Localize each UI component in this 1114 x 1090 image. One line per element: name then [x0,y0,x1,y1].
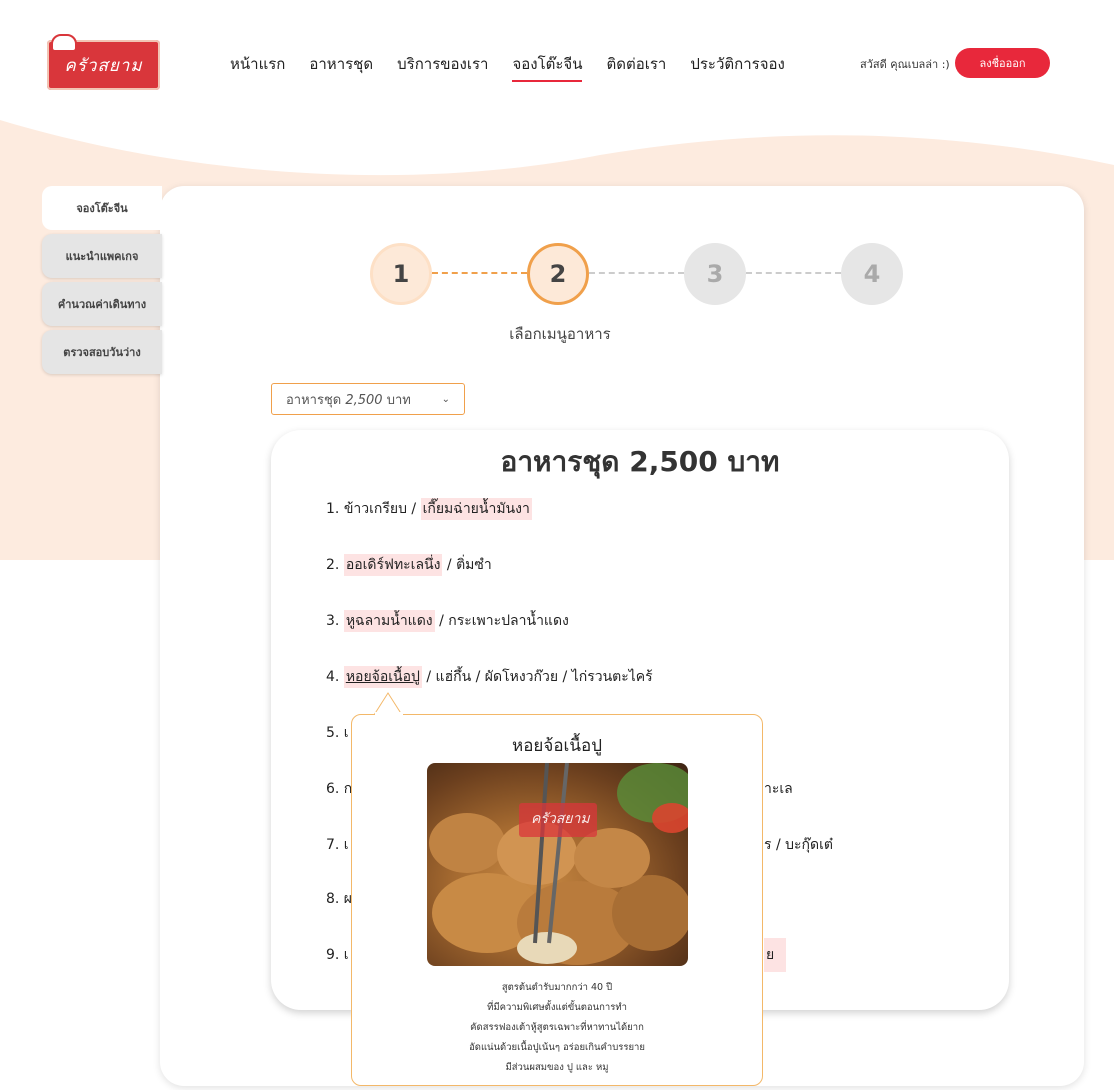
menu-item: 7. เ [326,837,349,853]
menu-item: 8. ผ [326,891,353,907]
user-greeting: สวัสดี คุณเบลล่า :) [860,58,950,71]
tab-recommend-package[interactable]: แนะนำแพคเกจ [42,234,162,278]
menu-item: 2. ออเดิร์ฟทะเลนึ่ง / ติ่มซำ [326,554,492,576]
step-2[interactable]: 2 [527,243,589,305]
popup-desc-line: สูตรต้นตำรับมากกว่า 40 ปี [501,982,613,993]
side-tabs: จองโต๊ะจีน แนะนำแพคเกจ คำนวณค่าเดินทาง ต… [42,186,162,378]
set-menu-select-value: อาหารชุด 2,500 บาท [286,392,411,408]
step-connector-1 [432,272,527,274]
nav-item-home[interactable]: หน้าแรก [230,52,285,82]
top-header: ครัวสยาม หน้าแรก อาหารชุด บริการของเรา จ… [0,0,1114,120]
nav-item-book-table[interactable]: จองโต๊ะจีน [512,52,583,82]
step-4: 4 [841,243,903,305]
tab-book-table[interactable]: จองโต๊ะจีน [42,186,162,230]
popup-desc-line: มีส่วนผสมของ ปู และ หมู [505,1062,609,1073]
menu-item: 9. เ [326,947,349,963]
dish-photo-illustration [429,763,688,965]
popup-desc-line: คัดสรรฟองเต้าหู้สูตรเฉพาะที่หาทานได้ยาก [470,1022,644,1033]
tab-check-availability[interactable]: ตรวจสอบวันว่าง [42,330,162,374]
menu-item: 1. ข้าวเกรียบ / เกี๊ยมฉ่ายน้ำมันงา [326,498,532,520]
menu-item-link[interactable]: ออเดิร์ฟทะเลนึ่ง [343,554,443,576]
menu-item-tail: าะเล [764,781,793,797]
menu-item-link[interactable]: หูฉลามน้ำแดง [343,610,435,632]
menu-item: 3. หูฉลามน้ำแดง / กระเพาะปลาน้ำแดง [326,610,569,632]
step-label: เลือกเมนูอาหาร [509,325,611,343]
logout-button[interactable]: ลงชื่อออก [955,48,1050,78]
menu-item-tail: ร / บะกุ๊ดเต๋ [764,837,833,853]
progress-stepper: 1 2 3 4 [370,240,903,310]
step-3: 3 [684,243,746,305]
main-nav: หน้าแรก อาหารชุด บริการของเรา จองโต๊ะจีน… [230,52,785,82]
brand-logo-text: ครัวสยาม [64,55,143,76]
nav-item-set-menu[interactable]: อาหารชุด [309,52,373,82]
nav-item-contact[interactable]: ติดต่อเรา [606,52,666,82]
chevron-down-icon: ⌄ [441,393,450,405]
brand-logo[interactable]: ครัวสยาม [47,34,160,90]
step-connector-2 [589,272,684,274]
popup-arrow-mask [375,712,403,716]
popup-desc-line: อัดแน่นด้วยเนื้อปูเน้นๆ อร่อยเกินคำบรรยา… [469,1042,645,1053]
menu-item: 6. ก [326,781,353,797]
set-menu-select[interactable]: อาหารชุด 2,500 บาท ⌄ [271,383,465,415]
nav-item-services[interactable]: บริการของเรา [397,52,488,82]
step-1[interactable]: 1 [370,243,432,305]
step-connector-3 [746,272,841,274]
dish-photo-watermark: ครัวสยาม [531,811,590,827]
tab-travel-cost[interactable]: คำนวณค่าเดินทาง [42,282,162,326]
menu-item: 5. เ [326,725,349,741]
nav-item-booking-history[interactable]: ประวัติการจอง [690,52,784,82]
popup-desc-line: ที่มีความพิเศษตั้งแต่ขั้นตอนการทำ [487,1002,627,1013]
menu-item-tail[interactable]: ย [764,938,787,972]
menu-item-link[interactable]: เกี๊ยมฉ่ายน้ำมันงา [420,498,532,520]
menu-title: อาหารชุด 2,500 บาท [500,445,780,478]
menu-item-link-active[interactable]: หอยจ้อเนื้อปู [343,666,422,688]
popup-description: สูตรต้นตำรับมากกว่า 40 ปี ที่มีความพิเศษ… [351,978,763,1078]
dish-photo: ครัวสยาม [427,763,688,966]
menu-item: 4. หอยจ้อเนื้อปู / แฮ่กึ้น / ผัดโหงวก๊วย… [326,666,653,688]
chef-hat-icon [51,34,77,52]
popup-title: หอยจ้อเนื้อปู [512,736,602,756]
